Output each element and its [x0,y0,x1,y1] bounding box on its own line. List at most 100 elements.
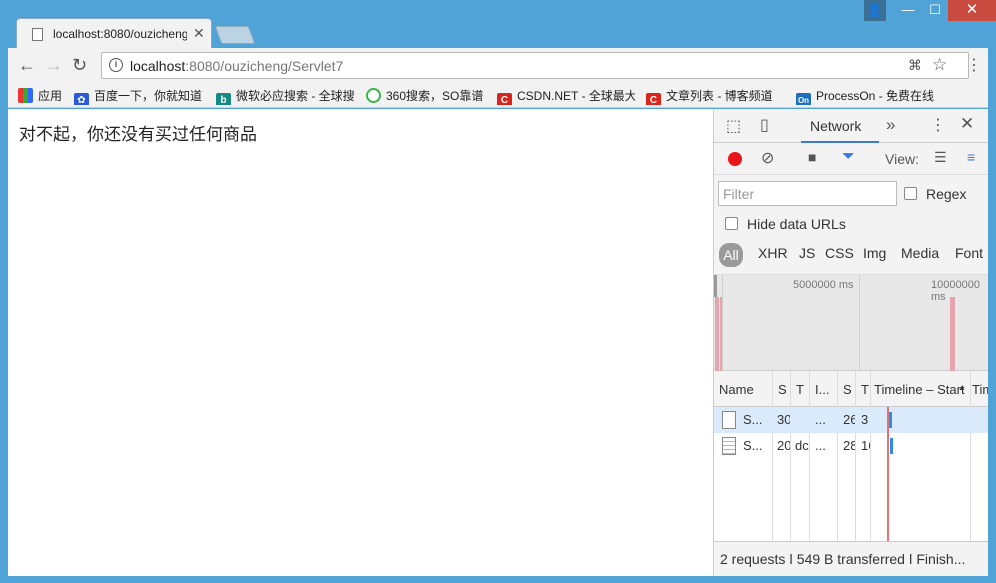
bookmark-star-icon[interactable]: ☆ [932,55,947,75]
bookmark-baidu[interactable]: ✿ 百度一下，你就知道 [74,87,210,105]
bookmark-label: 微软必应搜索 - 全球搜索 [236,89,354,103]
minimize-button[interactable]: — [894,0,922,21]
tab-network[interactable]: Network [801,109,879,143]
col-name[interactable]: Name [719,382,769,397]
address-bar[interactable]: i localhost:8080/ouzicheng/Servlet7 ⌘ ☆ [101,52,969,79]
list-view-icon[interactable]: ☰ [934,149,947,166]
reload-icon[interactable]: ↻ [72,55,87,76]
bookmark-apps[interactable]: 应用 [18,87,68,105]
type-filter-xhr[interactable]: XHR [758,245,788,261]
col-timeline[interactable]: Tim [972,382,988,397]
bookmark-label: 文章列表 - 博客频道 [666,89,773,103]
bookmarks-bar: 应用 ✿ 百度一下，你就知道 b 微软必应搜索 - 全球搜索 360搜索，SO靠谱 … [8,84,988,108]
request-name: S... [743,438,763,453]
request-row[interactable]: S... 20 dc ... 28 16 [714,433,988,459]
request-size: 26 [843,412,855,427]
waterfall-bar [890,438,893,454]
col-size[interactable]: S [843,382,855,397]
filter-funnel-icon[interactable]: ⏷ [842,148,855,166]
devtools-tabbar: ⬚ ▯ Network » ⋮ ✕ [714,109,988,143]
bookmark-label: 百度一下，你就知道 [94,89,203,103]
filter-input[interactable]: Filter [718,181,897,206]
devtools-menu-kebab-icon[interactable]: ⋮ [930,115,946,135]
type-filter-media[interactable]: Media [901,245,939,261]
title-bar: localhost:8080/ouzicheng/Servlet7 ✕ 👤 — … [0,0,996,48]
bookmark-bing[interactable]: b 微软必应搜索 - 全球搜索 [216,87,354,105]
overview-gridline [722,275,723,371]
browser-tab[interactable]: localhost:8080/ouzicheng/Servlet7 ✕ [16,18,212,48]
processon-icon: On [796,93,811,105]
360-search-icon [366,88,381,103]
type-filter-js[interactable]: JS [799,245,815,261]
request-status: 30 [777,412,790,427]
browser-toolbar: ← → ↻ i localhost:8080/ouzicheng/Servlet… [8,48,988,84]
request-name: S... [743,412,763,427]
capture-screenshots-icon[interactable]: ■ [808,149,816,165]
bookmark-blog-articles[interactable]: C 文章列表 - 博客频道 [646,87,786,105]
regex-label: Regex [926,186,967,202]
bookmark-csdn[interactable]: C CSDN.NET - 全球最大 [497,87,635,105]
forward-arrow-icon[interactable]: → [45,55,63,76]
page-message: 对不起，你还没有买过任何商品 [19,125,257,145]
bookmark-label: 应用 [38,89,63,103]
record-icon[interactable] [728,152,742,166]
info-icon[interactable]: i [109,58,123,72]
view-label: View: [885,151,919,167]
bookmark-360[interactable]: 360搜索，SO靠谱 [366,87,488,105]
clear-icon[interactable]: ⊘ [761,148,774,168]
tab-title: localhost:8080/ouzicheng/Servlet7 [53,27,187,41]
overview-request-mark [715,297,719,371]
tab-close-icon[interactable]: ✕ [193,25,205,42]
url-text: localhost:8080/ouzicheng/Servlet7 [130,58,343,74]
type-filter-font[interactable]: Font [955,245,983,261]
bookmark-label: ProcessOn - 免费在线 [816,89,935,103]
network-status-bar: 2 requests ǀ 549 B transferred ǀ Finish.… [714,541,988,576]
csdn-icon: C [497,93,512,105]
regex-checkbox[interactable] [904,187,917,200]
user-icon[interactable]: 👤 [864,0,886,21]
request-time: 16 [861,438,870,453]
overview-tick-label: 5000000 ms [793,279,854,291]
col-status[interactable]: S [778,382,790,397]
menu-kebab-icon[interactable]: ⋮ [966,55,982,75]
request-time: 3 [861,412,869,427]
apps-grid-icon [18,88,33,103]
type-filter-css[interactable]: CSS [825,245,854,261]
overview-request-mark [950,297,955,371]
device-toolbar-icon[interactable]: ▯ [760,115,769,135]
load-event-line [887,407,889,541]
overview-gridline [859,275,860,371]
translate-icon[interactable]: ⌘ [908,57,922,74]
overview-tick-label: 10000000 ms [931,279,980,303]
bing-icon: b [216,93,231,105]
filter-panel: Filter Regex Hide data URLs All XHR JS C… [714,175,988,275]
baidu-paw-icon: ✿ [74,93,89,105]
more-tabs-chevron-icon[interactable]: » [886,115,895,135]
overview-drag-handle[interactable] [714,275,717,297]
col-type[interactable]: T [796,382,808,397]
csdn-icon: C [646,93,661,105]
timeline-overview[interactable]: 5000000 ms 10000000 ms [714,275,988,371]
request-row[interactable]: S... 30 ... 26 3 [714,407,988,433]
network-controls: ⊘ ■ ⏷ View: ☰ ≡ [714,143,988,175]
document-icon [722,411,736,429]
col-timeline-start[interactable]: Timeline – Start [874,382,969,397]
hide-data-urls-checkbox[interactable] [725,217,738,230]
inspect-element-icon[interactable]: ⬚ [726,116,741,136]
maximize-button[interactable]: ☐ [922,0,948,21]
type-filter-all[interactable]: All [719,243,743,267]
close-window-button[interactable]: ✕ [948,0,996,21]
waterfall-view-icon[interactable]: ≡ [967,149,975,165]
bookmark-processon[interactable]: On ProcessOn - 免费在线 [796,87,936,105]
bookmark-label: 360搜索，SO靠谱 [386,89,484,103]
type-filter-img[interactable]: Img [863,245,886,261]
document-icon [722,437,736,455]
new-tab-button[interactable] [214,26,256,44]
close-devtools-icon[interactable]: ✕ [960,114,974,134]
back-arrow-icon[interactable]: ← [18,55,36,76]
sort-arrow-icon: ▲ [958,383,966,392]
request-type: dc [795,438,809,453]
col-initiator[interactable]: I... [815,382,835,397]
request-initiator: ... [815,412,826,427]
browser-window: localhost:8080/ouzicheng/Servlet7 ✕ 👤 — … [0,0,996,583]
